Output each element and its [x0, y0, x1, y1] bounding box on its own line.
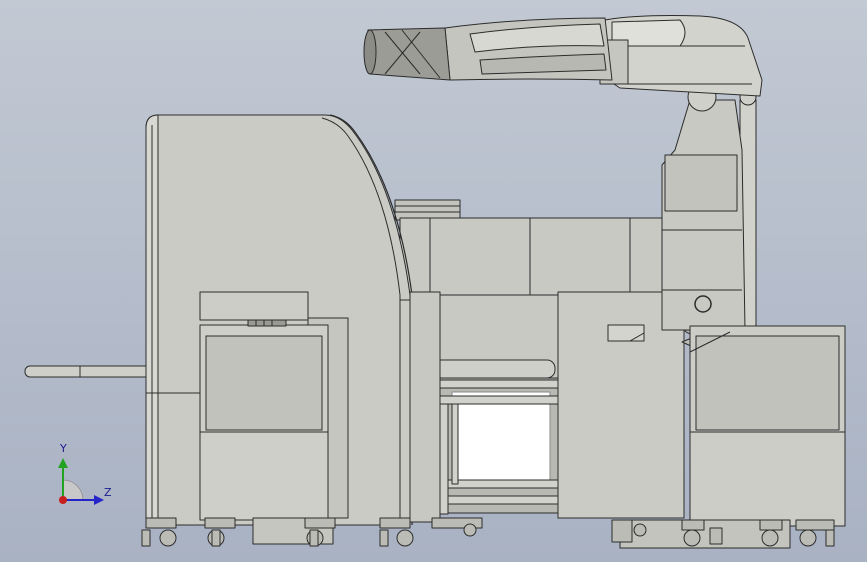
caster-5: [431, 517, 483, 537]
robot-column: [661, 82, 757, 333]
open-frame: [439, 377, 561, 515]
axis-z-label: Z: [104, 486, 112, 499]
caster-1: [141, 517, 177, 547]
left-access-panel: [199, 291, 349, 545]
caster-2: [204, 517, 236, 547]
left-side-rail: [24, 365, 156, 378]
caster-4: [379, 517, 414, 547]
axis-y-label: Y: [60, 442, 67, 455]
cad-viewport[interactable]: Y Z: [0, 0, 867, 562]
caster-9: [795, 519, 835, 547]
robot-upper-arm: [599, 15, 763, 97]
cad-model-view: [24, 15, 846, 549]
axis-triad: [58, 458, 104, 505]
robot-forearm: [363, 17, 613, 81]
